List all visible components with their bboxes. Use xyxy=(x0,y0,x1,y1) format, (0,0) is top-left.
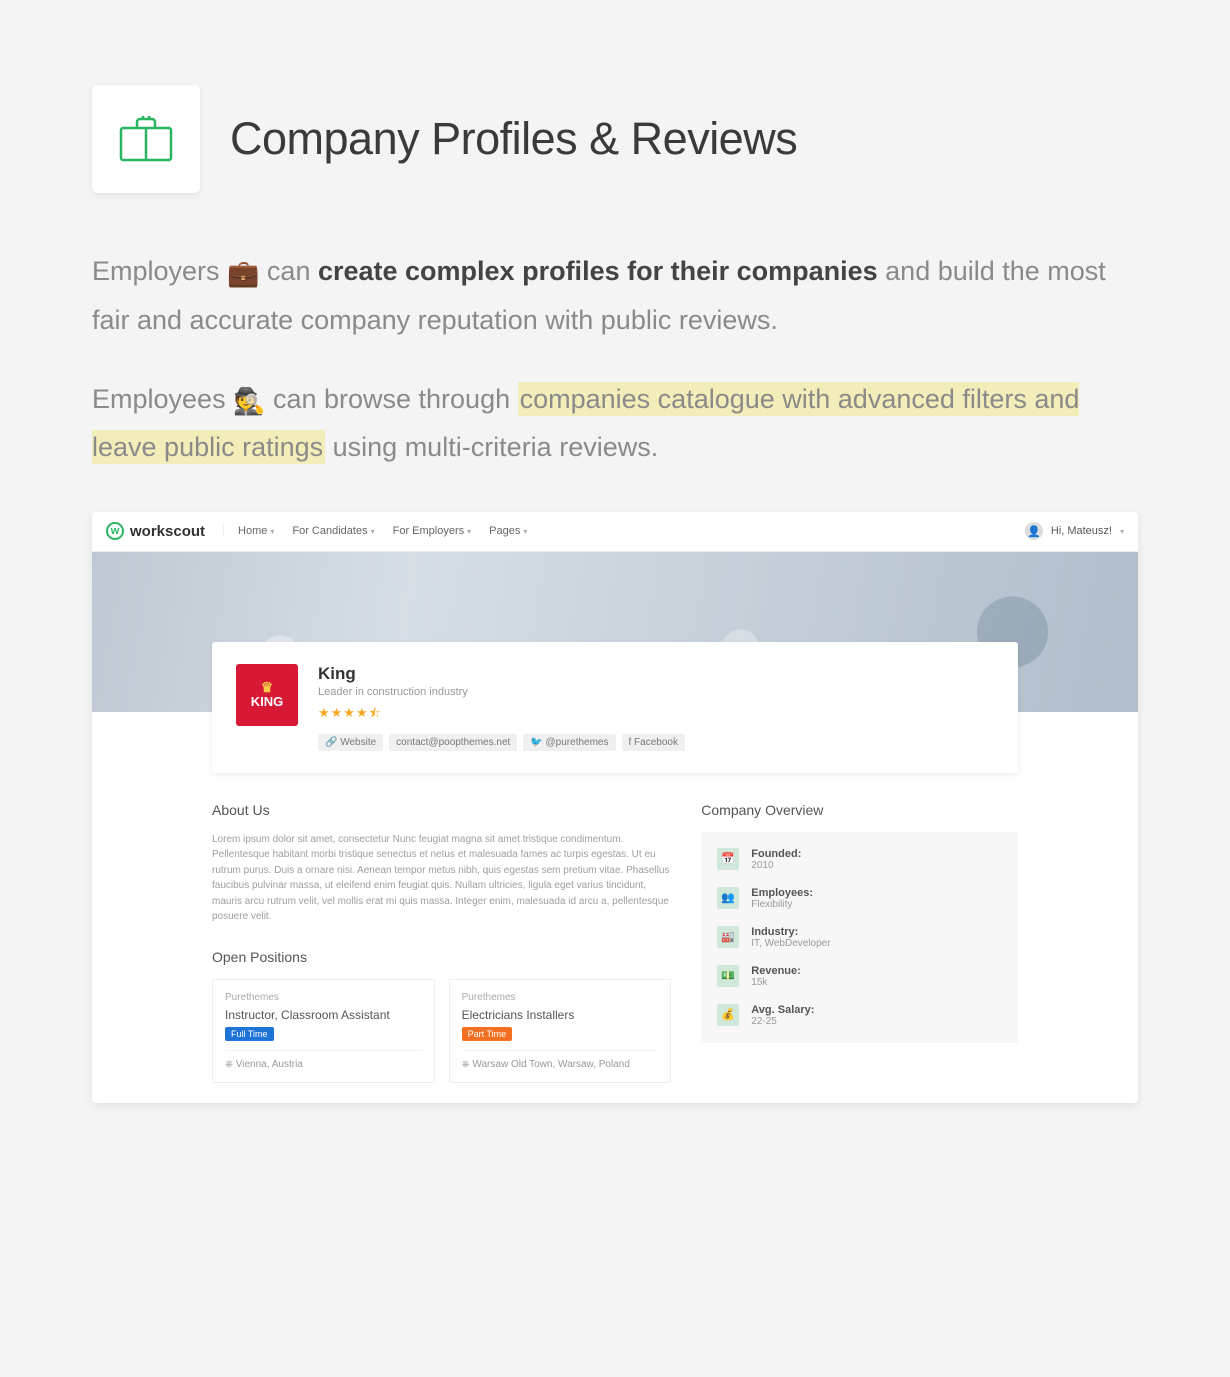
job-title: Instructor, Classroom Assistant xyxy=(225,1008,422,1022)
job-company: Purethemes xyxy=(225,992,422,1003)
overview-row: 💵 Revenue:15k xyxy=(701,957,1018,996)
about-text: Lorem ipsum dolor sit amet, consectetur … xyxy=(212,832,671,925)
company-logo: ♛ KING xyxy=(236,664,298,726)
nav-item-home[interactable]: Home▾ xyxy=(238,525,274,537)
job-card[interactable]: Purethemes Electricians Installers Part … xyxy=(449,979,672,1083)
overview-row: 💰 Avg. Salary:22-25 xyxy=(701,996,1018,1035)
intro-paragraph-2: Employees 🕵️ can browse through companie… xyxy=(92,376,1138,472)
about-title: About Us xyxy=(212,802,671,818)
page-title: Company Profiles & Reviews xyxy=(230,113,797,165)
calendar-icon: 📅 xyxy=(717,848,739,870)
company-tagline: Leader in construction industry xyxy=(318,686,685,698)
briefcase-icon xyxy=(119,116,173,162)
crown-icon: ♛ xyxy=(261,680,274,694)
product-screenshot: w workscout Home▾ For Candidates▾ For Em… xyxy=(92,512,1138,1103)
job-type-tag: Part Time xyxy=(462,1027,513,1041)
salary-icon: 💰 xyxy=(717,1004,739,1026)
money-icon: 💵 xyxy=(717,965,739,987)
job-location: ⎈ Warsaw Old Town, Warsaw, Poland xyxy=(462,1050,659,1070)
topbar: w workscout Home▾ For Candidates▾ For Em… xyxy=(92,512,1138,552)
job-title: Electricians Installers xyxy=(462,1008,659,1022)
chip-facebook[interactable]: f Facebook xyxy=(622,734,685,751)
positions-title: Open Positions xyxy=(212,949,671,965)
main-nav: Home▾ For Candidates▾ For Employers▾ Pag… xyxy=(223,525,527,537)
chip-twitter[interactable]: 🐦 @purethemes xyxy=(523,734,615,751)
avatar: 👤 xyxy=(1025,522,1043,540)
chip-email[interactable]: contact@poopthemes.net xyxy=(389,734,517,751)
nav-item-employers[interactable]: For Employers▾ xyxy=(393,525,472,537)
brand-logo: w workscout xyxy=(106,522,205,540)
overview-row: 📅 Founded:2010 xyxy=(701,840,1018,879)
briefcase-emoji: 💼 xyxy=(227,258,259,288)
job-location: ⎈ Vienna, Austria xyxy=(225,1050,422,1070)
overview-row: 👥 Employees:Flexibility xyxy=(701,879,1018,918)
company-profile-card: ♛ KING King Leader in construction indus… xyxy=(212,642,1018,773)
overview-box: 📅 Founded:2010 👥 Employees:Flexibility 🏭… xyxy=(701,832,1018,1043)
nav-item-candidates[interactable]: For Candidates▾ xyxy=(292,525,374,537)
job-card[interactable]: Purethemes Instructor, Classroom Assista… xyxy=(212,979,435,1083)
company-name: King xyxy=(318,664,685,684)
rating-stars: ★★★★⯪ xyxy=(318,704,685,726)
logo-mark: w xyxy=(106,522,124,540)
chip-website[interactable]: 🔗 Website xyxy=(318,734,383,751)
feature-icon-box xyxy=(92,85,200,193)
overview-row: 🏭 Industry:IT, WebDeveloper xyxy=(701,918,1018,957)
industry-icon: 🏭 xyxy=(717,926,739,948)
intro-paragraph-1: Employers 💼 can create complex profiles … xyxy=(92,248,1138,344)
nav-item-pages[interactable]: Pages▾ xyxy=(489,525,527,537)
user-greeting[interactable]: 👤 Hi, Mateusz! ▾ xyxy=(1025,522,1124,540)
job-type-tag: Full Time xyxy=(225,1027,274,1041)
overview-title: Company Overview xyxy=(701,802,1018,818)
job-company: Purethemes xyxy=(462,992,659,1003)
people-icon: 👥 xyxy=(717,887,739,909)
detective-emoji: 🕵️ xyxy=(233,386,265,416)
hero-banner: ♛ KING King Leader in construction indus… xyxy=(92,552,1138,712)
